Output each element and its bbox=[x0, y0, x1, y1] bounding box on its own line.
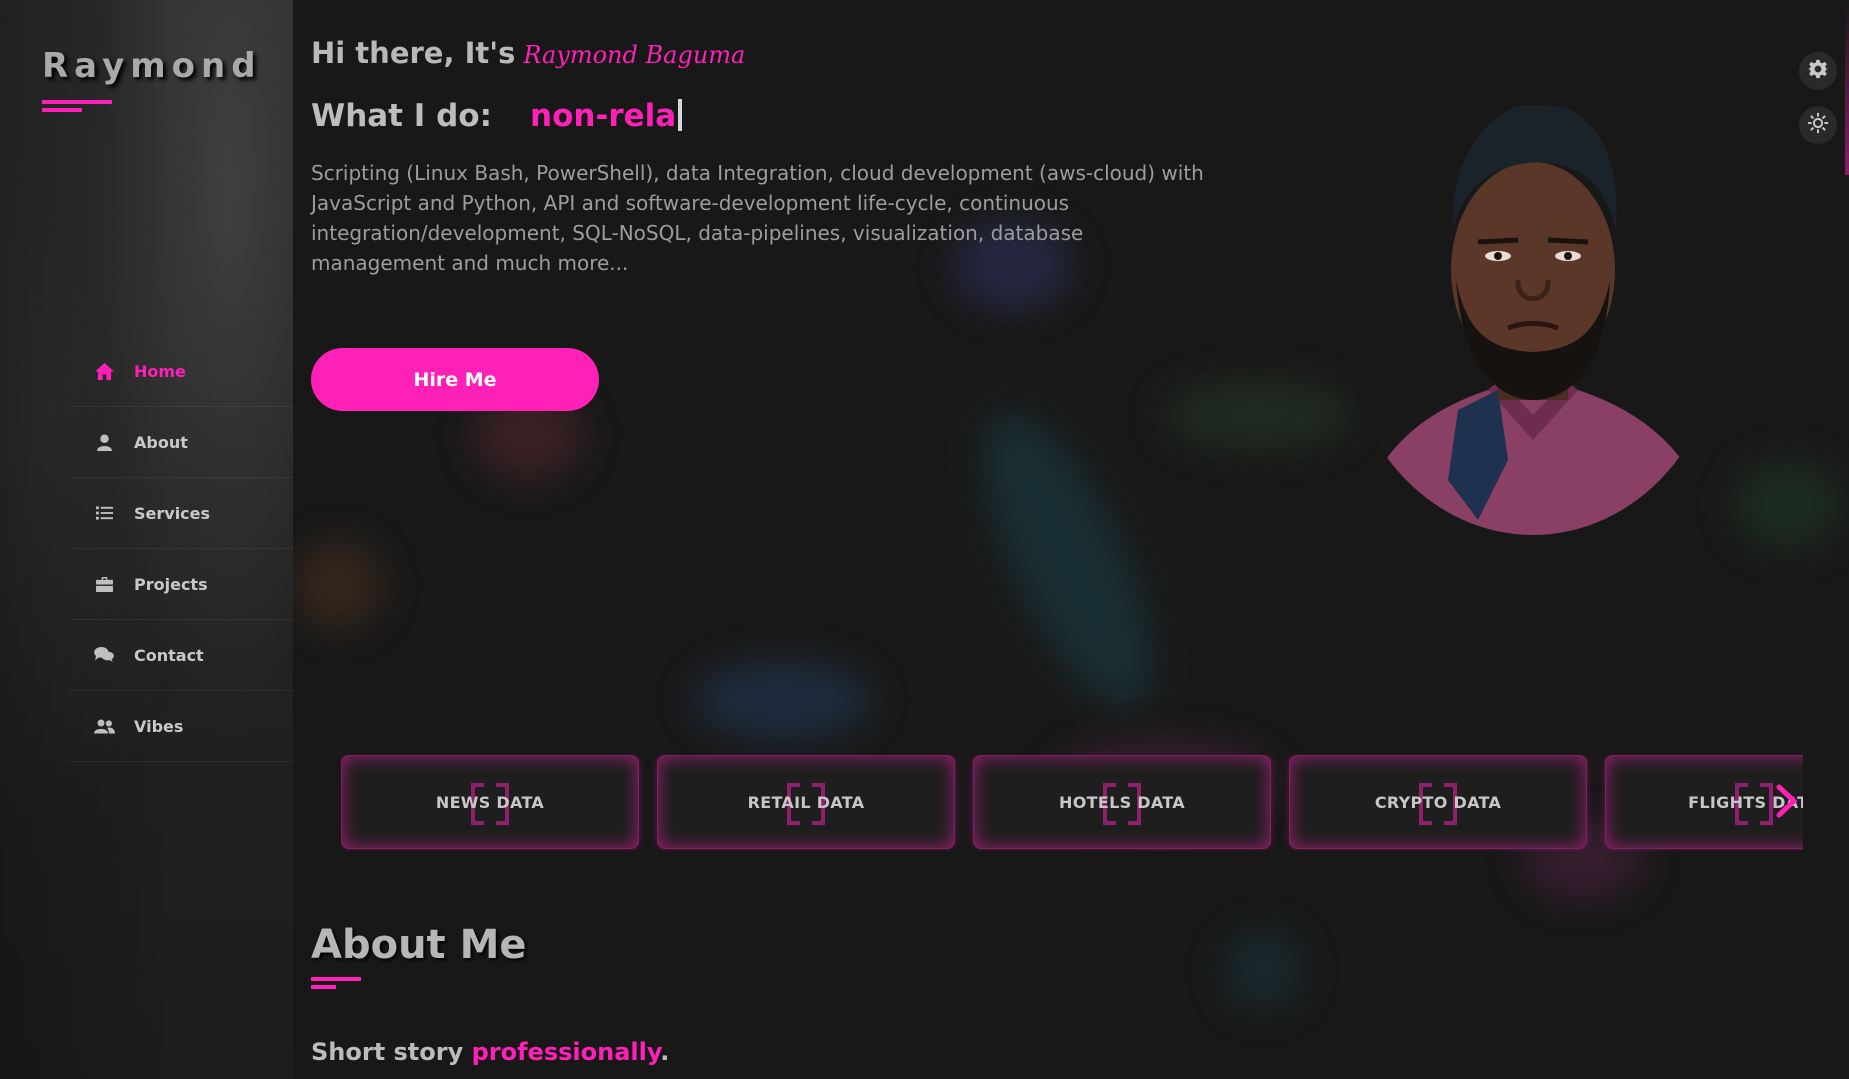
background-splash bbox=[1223, 930, 1303, 1010]
nav-item-vibes[interactable]: Vibes bbox=[68, 691, 293, 762]
nav-item-label: Vibes bbox=[134, 716, 184, 736]
story-subheading: Short story professionally. bbox=[311, 1038, 669, 1066]
intro-paragraph: Scripting (Linux Bash, PowerShell), data… bbox=[311, 161, 1204, 275]
nav-item-label: Projects bbox=[134, 574, 208, 594]
card-crypto-data[interactable]: CRYPTO DATA bbox=[1289, 755, 1587, 849]
card-label: RETAIL DATA bbox=[747, 792, 865, 812]
background-splash bbox=[693, 660, 873, 740]
what-i-do: What I do: non-rela bbox=[311, 98, 683, 134]
nav-item-contact[interactable]: Contact bbox=[68, 620, 293, 691]
card-news-data[interactable]: NEWS DATA bbox=[341, 755, 639, 849]
greeting-text: Hi there, It's bbox=[311, 36, 516, 70]
nav-item-label: Contact bbox=[134, 645, 204, 665]
users-icon bbox=[92, 719, 116, 734]
heading-underline-short bbox=[311, 985, 336, 989]
logo-underline bbox=[42, 100, 112, 104]
list-icon bbox=[92, 506, 116, 520]
typed-role: non-rela bbox=[530, 98, 677, 134]
briefcase-icon bbox=[92, 576, 116, 592]
chat-icon bbox=[92, 647, 116, 663]
sun-gear-icon bbox=[1807, 112, 1829, 138]
greeting: Hi there, It's Raymond Baguma bbox=[311, 36, 745, 70]
nav-item-projects[interactable]: Projects bbox=[68, 549, 293, 620]
card-flights-data[interactable]: FLIGHTS DATA bbox=[1605, 755, 1803, 849]
gear-icon bbox=[1807, 59, 1829, 83]
carousel-next-button[interactable] bbox=[1776, 784, 1798, 822]
data-carousel: NEWS DATA RETAIL DATA HOTELS DATA CRYPTO… bbox=[341, 755, 1803, 851]
background-splash bbox=[950, 391, 1186, 729]
card-label: HOTELS DATA bbox=[1059, 792, 1185, 812]
name-signature: Raymond Baguma bbox=[523, 41, 746, 69]
logo-underline-short bbox=[42, 108, 82, 112]
heading-underline bbox=[311, 977, 361, 981]
main-nav: Home About Services Projects Contact Vib… bbox=[68, 336, 293, 762]
nav-item-label: About bbox=[134, 432, 188, 452]
hire-me-button[interactable]: Hire Me bbox=[311, 348, 599, 411]
chevron-right-icon bbox=[1776, 784, 1798, 822]
card-label: NEWS DATA bbox=[435, 792, 545, 812]
about-me-heading: About Me bbox=[311, 922, 527, 968]
scrollbar-indicator[interactable] bbox=[1845, 0, 1849, 175]
sidebar: Raymond Home About Services Projects Con… bbox=[0, 0, 293, 1079]
theme-button[interactable] bbox=[1799, 106, 1837, 144]
nav-item-home[interactable]: Home bbox=[68, 336, 293, 407]
story-suffix: . bbox=[660, 1038, 670, 1066]
nav-item-services[interactable]: Services bbox=[68, 478, 293, 549]
background-splash bbox=[1733, 460, 1843, 550]
main-content: Hi there, It's Raymond Baguma What I do: n… bbox=[293, 0, 1849, 1079]
card-label: CRYPTO DATA bbox=[1374, 792, 1502, 812]
background-splash bbox=[1163, 380, 1353, 450]
user-icon bbox=[92, 434, 116, 451]
story-prefix: Short story bbox=[311, 1038, 464, 1066]
nav-item-label: Home bbox=[134, 361, 186, 381]
home-icon bbox=[92, 362, 116, 380]
profile-portrait bbox=[1343, 105, 1723, 535]
settings-panel bbox=[1799, 52, 1837, 144]
card-hotels-data[interactable]: HOTELS DATA bbox=[973, 755, 1271, 849]
background-splash bbox=[293, 540, 383, 630]
settings-button[interactable] bbox=[1799, 52, 1837, 90]
text-cursor bbox=[678, 99, 683, 131]
nav-item-label: Services bbox=[134, 503, 211, 523]
nav-item-about[interactable]: About bbox=[68, 407, 293, 478]
logo[interactable]: Raymond bbox=[42, 46, 262, 86]
what-i-do-label: What I do: bbox=[311, 98, 493, 134]
story-accent: professionally bbox=[471, 1038, 661, 1066]
card-retail-data[interactable]: RETAIL DATA bbox=[657, 755, 955, 849]
